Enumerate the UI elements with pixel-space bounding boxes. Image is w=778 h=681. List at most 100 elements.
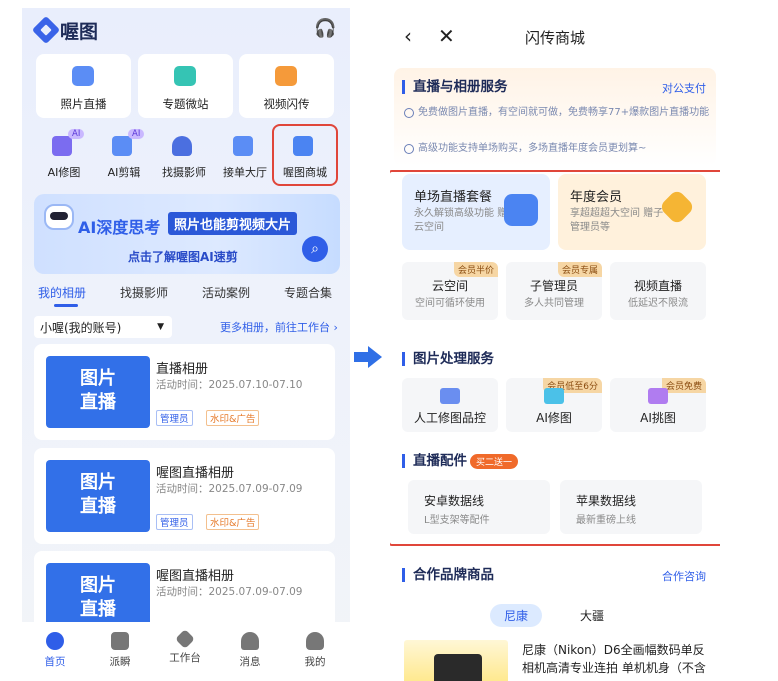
- headset-icon[interactable]: 🎧: [314, 18, 336, 39]
- highlight-box-store: [272, 124, 338, 186]
- accessory-name: 安卓数据线: [424, 494, 485, 508]
- tab-my-albums[interactable]: 我的相册: [38, 284, 86, 301]
- card-micro-site[interactable]: 专题微站: [138, 54, 233, 118]
- tool-ai-retouch[interactable]: AI AI修图: [34, 126, 94, 186]
- album-name: 直播相册: [156, 362, 209, 377]
- ai-badge: AI: [68, 129, 85, 139]
- item-video-live[interactable]: 视频直播 低延迟不限流: [610, 262, 706, 320]
- promo-badge: 买二送一: [470, 454, 519, 469]
- member-badge: 会员免费: [661, 378, 706, 393]
- album-thumbnail: 图片 直播: [46, 460, 150, 532]
- section-title-accessories: 直播配件: [402, 454, 467, 468]
- feature-tag: 水印&广告: [206, 410, 260, 426]
- item-cloud-space[interactable]: 会员半价 云空间 空间可循环使用: [402, 262, 498, 320]
- nav-label: 派瞬: [109, 656, 131, 668]
- accessory-desc: 最新重磅上线: [576, 515, 636, 526]
- tab-cases[interactable]: 活动案例: [202, 284, 250, 301]
- service-manual-retouch[interactable]: 人工修图品控: [402, 378, 498, 432]
- album-name: 喔图直播相册: [156, 466, 235, 481]
- item-name: 子管理员: [529, 279, 578, 293]
- accessory-desc: L型支架等配件: [424, 515, 490, 526]
- ai-badge: AI: [128, 129, 145, 139]
- tool-label: AI剪辑: [107, 166, 141, 179]
- robot-icon: [44, 204, 74, 230]
- tab-collections[interactable]: 专题合集: [284, 284, 332, 301]
- item-desc: 低延迟不限流: [628, 298, 688, 309]
- plan-desc: 享超超超大空间 赠子管理员等: [570, 208, 664, 233]
- tool-find-photographer[interactable]: 找摄影师: [154, 126, 214, 186]
- service-name: AI修图: [536, 411, 572, 425]
- product-card[interactable]: 尼康（Nikon）D6全画幅数码单反相机高清专业连拍 单机机身（不含: [400, 640, 716, 681]
- home-screen: 喔图 🎧 照片直播 专题微站 视频闪传 AI AI修图 AI AI剪辑 找摄影师…: [22, 8, 350, 681]
- service-name: AI挑图: [640, 411, 676, 425]
- more-albums-link[interactable]: 更多相册，前往工作台 ›: [220, 319, 338, 335]
- bell-icon: [241, 632, 259, 650]
- plan-single-event[interactable]: 单场直播套餐 永久解锁高级功能 赠云空间: [402, 174, 550, 250]
- accessory-android-cable[interactable]: 安卓数据线 L型支架等配件: [408, 480, 550, 534]
- search-icon[interactable]: ⌕: [302, 236, 328, 262]
- profile-icon: [306, 632, 324, 650]
- bottom-nav: 首页 派瞬 工作台 消息 我的: [22, 622, 350, 681]
- brand-tab-nikon[interactable]: 尼康: [490, 604, 543, 627]
- card-label: 专题微站: [162, 97, 209, 111]
- feature-text: 免费做图片直播，有空间就可做，免费畅享77+爆款图片直播功能: [418, 107, 710, 118]
- service-ai-retouch[interactable]: 会员低至6分 AI修图: [506, 378, 602, 432]
- service-name: 人工修图品控: [413, 411, 486, 425]
- card-video-transfer[interactable]: 视频闪传: [239, 54, 334, 118]
- album-card[interactable]: 图片 直播 喔图直播相册 活动时间：2025.07.09-07.09 管理员 水…: [34, 448, 335, 544]
- accessory-apple-cable[interactable]: 苹果数据线 最新重磅上线: [560, 480, 702, 534]
- section-title-live: 直播与相册服务: [402, 80, 508, 94]
- thumb-line: 直播: [80, 392, 116, 413]
- album-card[interactable]: 图片 直播 直播相册 活动时间：2025.07.10-07.10 管理员 水印&…: [34, 344, 335, 440]
- store-screen: ‹ ✕ 闪传商城 直播与相册服务 对公支付 免费做图片直播，有空间就可做，免费畅…: [390, 8, 720, 681]
- page-title: 闪传商城: [524, 29, 585, 47]
- item-name: 云空间: [431, 279, 468, 293]
- account-label: 小喔(我的账号): [40, 321, 122, 335]
- brand-tab-dji[interactable]: 大疆: [580, 607, 604, 624]
- corporate-pay-link[interactable]: 对公支付: [662, 80, 706, 96]
- feature-line: 高级功能支持单场购买，多场直播年度会员更划算~: [404, 142, 710, 156]
- ai-pick-icon: [648, 388, 668, 404]
- info-icon: [404, 108, 414, 118]
- ai-edit-icon: [112, 136, 132, 156]
- item-sub-admin[interactable]: 会员专属 子管理员 多人共同管理: [506, 262, 602, 320]
- tool-ai-edit[interactable]: AI AI剪辑: [94, 126, 154, 186]
- nav-home[interactable]: 首页: [30, 632, 80, 669]
- nav-dispatch[interactable]: 派瞬: [95, 632, 145, 669]
- camera-icon: [72, 66, 94, 86]
- thumb-line: 直播: [80, 496, 116, 517]
- nav-label: 工作台: [169, 652, 201, 664]
- nav-profile[interactable]: 我的: [290, 632, 340, 669]
- home-icon: [46, 632, 64, 650]
- accessory-name: 苹果数据线: [576, 494, 637, 508]
- nav-workbench[interactable]: 工作台: [160, 629, 210, 665]
- plan-annual-member[interactable]: 年度会员 享超超超大空间 赠子管理员等: [558, 174, 706, 250]
- brand-consult-link[interactable]: 合作咨询: [662, 568, 706, 584]
- nav-messages[interactable]: 消息: [225, 632, 275, 669]
- album-time: 活动时间：2025.07.09-07.09: [156, 483, 303, 495]
- tab-underline: [54, 304, 78, 307]
- tool-order-hall[interactable]: 接单大厅: [215, 126, 275, 186]
- ai-banner[interactable]: AI深度思考 照片也能剪视频大片 点击了解喔图AI速剪 ⌕: [34, 194, 340, 274]
- section-title-processing: 图片处理服务: [402, 352, 494, 366]
- tool-label: 接单大厅: [223, 166, 267, 179]
- role-tag: 管理员: [156, 410, 193, 426]
- app-name: 喔图: [60, 21, 99, 43]
- tab-find-photographer[interactable]: 找摄影师: [120, 284, 168, 301]
- retouch-icon: [440, 388, 460, 404]
- album-name: 喔图直播相册: [156, 569, 235, 584]
- plan-desc: 永久解锁高级功能 赠云空间: [414, 208, 508, 233]
- tool-label: 找摄影师: [162, 166, 206, 179]
- thumb-line: 图片: [80, 575, 116, 596]
- plan-name: 年度会员: [570, 190, 623, 205]
- play-icon: [504, 194, 538, 226]
- item-desc: 空间可循环使用: [415, 298, 485, 309]
- product-title: 尼康（Nikon）D6全画幅数码单反相机高清专业连拍 单机机身（不含: [522, 643, 706, 675]
- service-ai-pick[interactable]: 会员免费 AI挑图: [610, 378, 706, 432]
- account-select[interactable]: 小喔(我的账号) ▼: [34, 316, 172, 338]
- card-photo-live[interactable]: 照片直播: [36, 54, 131, 118]
- nav-label: 消息: [239, 656, 261, 668]
- member-badge: 会员半价: [453, 262, 498, 277]
- thumb-line: 图片: [80, 472, 116, 493]
- item-name: 视频直播: [633, 279, 682, 293]
